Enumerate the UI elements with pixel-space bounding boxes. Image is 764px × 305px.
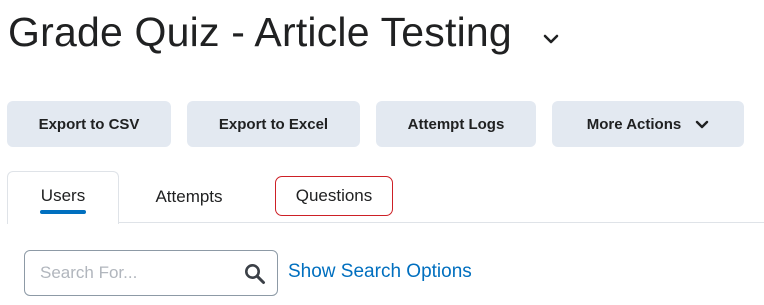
export-to-csv-button[interactable]: Export to CSV [7,101,171,147]
tab-questions-label: Questions [295,186,373,205]
attempt-logs-label: Attempt Logs [407,115,505,133]
tab-attempts-label: Attempts [155,187,223,206]
active-tab-indicator [40,210,86,214]
search-input[interactable] [40,263,240,283]
export-to-csv-label: Export to CSV [38,115,140,133]
search-box [24,250,278,296]
title-row: Grade Quiz - Article Testing [8,4,562,60]
more-actions-label: More Actions [586,115,682,133]
page-title: Grade Quiz - Article Testing [8,8,512,55]
tab-list: Users Attempts Questions [7,171,764,224]
export-to-excel-label: Export to Excel [218,115,329,133]
tab-users[interactable]: Users [7,171,119,224]
show-search-options-link[interactable]: Show Search Options [288,259,472,285]
more-actions-button[interactable]: More Actions [552,101,744,147]
export-to-excel-button[interactable]: Export to Excel [187,101,360,147]
search-icon[interactable] [243,262,267,286]
attempt-logs-button[interactable]: Attempt Logs [376,101,536,147]
title-menu-button[interactable] [540,28,562,50]
tab-questions[interactable]: Questions [275,176,393,216]
chevron-down-icon [695,120,709,129]
tab-users-label: Users [40,186,86,205]
chevron-down-icon [543,34,559,44]
tab-attempts[interactable]: Attempts [135,171,243,223]
